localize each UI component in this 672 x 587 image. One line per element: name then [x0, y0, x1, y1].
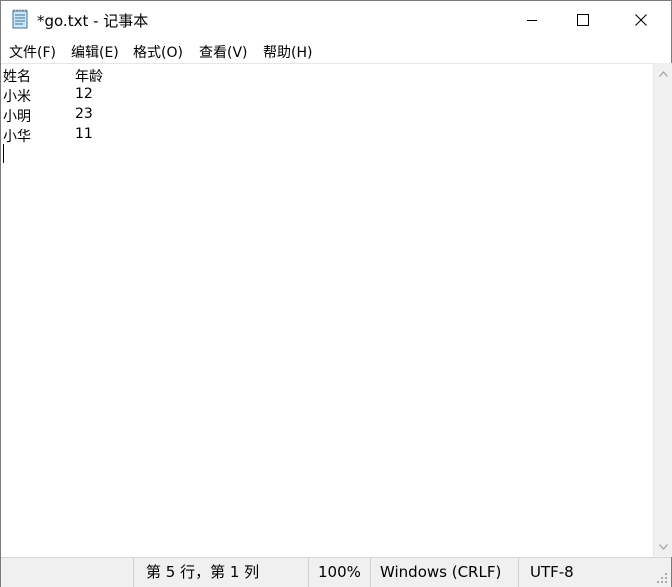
- notepad-window: *go.txt - 记事本 文件(F) 编辑(E) 格式(O) 查看(V) 帮助…: [0, 0, 672, 587]
- menu-edit[interactable]: 编辑(E): [70, 42, 120, 62]
- menu-file[interactable]: 文件(F): [8, 42, 57, 62]
- maximize-icon: [577, 14, 589, 26]
- notepad-icon: [11, 9, 29, 29]
- resize-grip-icon[interactable]: [656, 572, 668, 584]
- status-bar: 第 5 行，第 1 列 100% Windows (CRLF) UTF-8: [1, 557, 671, 587]
- menu-bar: 文件(F) 编辑(E) 格式(O) 查看(V) 帮助(H): [1, 39, 671, 63]
- line-ending: Windows (CRLF): [370, 558, 516, 587]
- scroll-up-button[interactable]: [654, 65, 672, 82]
- menu-help[interactable]: 帮助(H): [262, 42, 313, 62]
- vertical-scrollbar[interactable]: [653, 63, 672, 557]
- line-name: 姓名: [3, 69, 31, 85]
- zoom-level: 100%: [308, 558, 365, 587]
- maximize-button[interactable]: [560, 1, 606, 39]
- close-button[interactable]: [618, 1, 664, 39]
- chevron-down-icon: [658, 543, 668, 550]
- line-name: 小华: [3, 129, 31, 145]
- line-name: 小明: [3, 109, 31, 125]
- zoom-level-text: 100%: [318, 563, 361, 581]
- line-age: 年龄: [75, 69, 103, 85]
- minimize-icon: [527, 20, 537, 21]
- cursor-position-text: 第 5 行，第 1 列: [146, 563, 260, 581]
- title-bar[interactable]: *go.txt - 记事本: [1, 1, 671, 39]
- menu-format[interactable]: 格式(O): [132, 42, 184, 62]
- line-age: 12: [75, 86, 93, 102]
- close-icon: [635, 14, 647, 26]
- line-age: 23: [75, 106, 93, 122]
- encoding-text: UTF-8: [530, 563, 574, 581]
- cursor-position: 第 5 行，第 1 列: [133, 558, 302, 587]
- menu-view[interactable]: 查看(V): [198, 42, 249, 62]
- line-name: 小米: [3, 89, 31, 105]
- line-age: 11: [75, 126, 93, 142]
- line-ending-text: Windows (CRLF): [380, 563, 502, 581]
- minimize-button[interactable]: [509, 1, 555, 39]
- text-editor[interactable]: 姓名 年龄 小米 12 小明 23 小华 11: [1, 63, 653, 558]
- window-title: *go.txt - 记事本: [37, 12, 149, 30]
- scroll-down-button[interactable]: [654, 538, 672, 555]
- chevron-up-icon: [658, 70, 668, 77]
- text-caret: [3, 144, 4, 163]
- encoding: UTF-8: [518, 558, 669, 587]
